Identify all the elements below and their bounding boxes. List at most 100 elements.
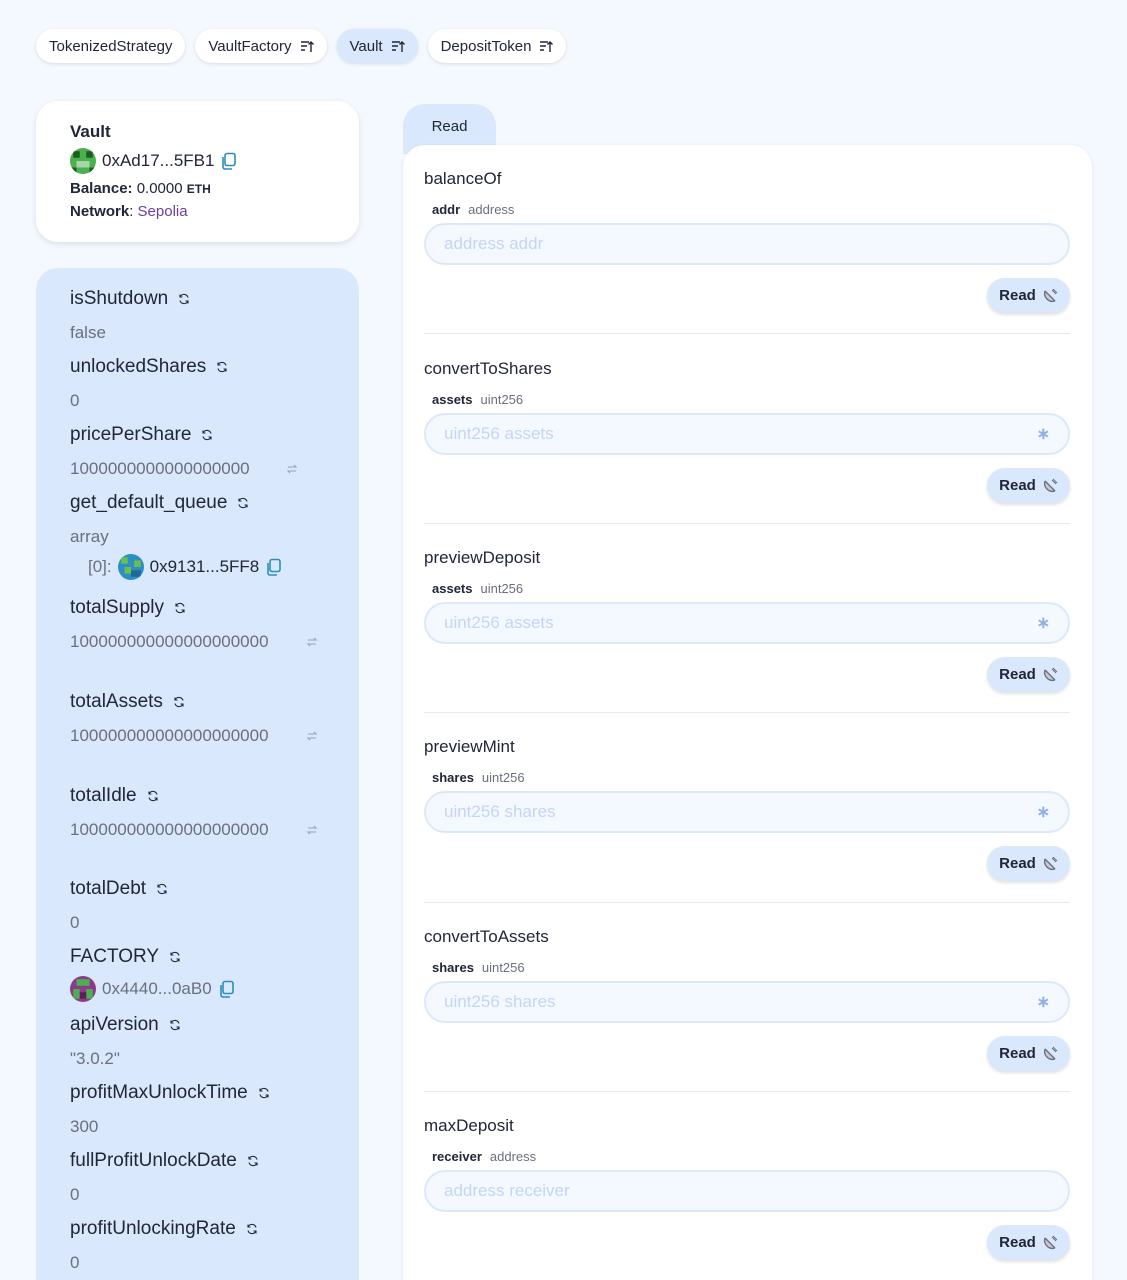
var-name: profitMaxUnlockTime <box>70 1082 248 1103</box>
arg-type: address <box>489 1149 537 1164</box>
tab-deposittoken[interactable]: DepositToken <box>427 29 567 63</box>
factory-address-row: 0x4440...0aB0 <box>70 976 339 1002</box>
copy-icon[interactable] <box>220 152 238 170</box>
swap-icon[interactable] <box>306 824 318 836</box>
address-input[interactable]: address receiver <box>424 1170 1070 1212</box>
contract-info-card: Vault 0xAd17...5FB1 Balance: 0.0000 ETH … <box>36 101 359 242</box>
blockie-avatar <box>117 554 144 580</box>
refresh-icon[interactable] <box>173 696 185 708</box>
multiply-icon[interactable]: ∗ <box>1037 424 1050 444</box>
read-button[interactable]: Read <box>987 1036 1070 1071</box>
var-value: false <box>70 323 106 342</box>
var-profitmaxunlocktime: profitMaxUnlockTime 300 <box>70 1082 339 1140</box>
read-button[interactable]: Read <box>987 468 1070 503</box>
tab-tokenizedstrategy[interactable]: TokenizedStrategy <box>36 29 186 63</box>
sort-icon <box>540 40 554 52</box>
var-name: totalDebt <box>70 878 147 899</box>
tab-label: Vault <box>349 37 383 55</box>
var-value: 1000000000000000000 <box>70 459 250 478</box>
multiply-icon[interactable]: ∗ <box>1037 802 1050 822</box>
copy-icon[interactable] <box>218 980 236 998</box>
refresh-icon[interactable] <box>201 429 213 441</box>
read-button[interactable]: Read <box>987 657 1070 692</box>
refresh-icon[interactable] <box>147 790 159 802</box>
input-placeholder: uint256 shares <box>444 802 556 821</box>
read-button-label: Read <box>999 477 1036 494</box>
function-name: balanceOf <box>424 169 502 188</box>
swap-icon[interactable] <box>286 463 298 475</box>
refresh-icon[interactable] <box>178 293 190 305</box>
input-placeholder: uint256 shares <box>444 992 556 1011</box>
var-name: apiVersion <box>70 1014 159 1035</box>
copy-icon[interactable] <box>265 558 283 576</box>
tab-vaultfactory[interactable]: VaultFactory <box>195 29 327 63</box>
uint256-input[interactable]: uint256 shares ∗ <box>424 791 1070 833</box>
refresh-icon[interactable] <box>169 1019 181 1031</box>
var-value: 0 <box>70 391 80 410</box>
refresh-icon[interactable] <box>216 361 228 373</box>
arg-name: assets <box>432 392 473 407</box>
refresh-icon[interactable] <box>174 602 186 614</box>
swap-icon[interactable] <box>306 636 318 648</box>
var-name: totalSupply <box>70 597 165 618</box>
tab-vault[interactable]: Vault <box>336 29 418 63</box>
arg-name: receiver <box>432 1149 482 1164</box>
multiply-icon[interactable]: ∗ <box>1037 992 1050 1012</box>
var-fullprofitunlockdate: fullProfitUnlockDate 0 <box>70 1150 339 1208</box>
tab-label: TokenizedStrategy <box>49 37 173 55</box>
var-name: get_default_queue <box>70 492 228 513</box>
refresh-icon[interactable] <box>246 1223 258 1235</box>
multiply-icon[interactable]: ∗ <box>1037 613 1050 633</box>
read-functions-panel: balanceOf addr address address addr Read … <box>403 145 1092 1280</box>
var-value: 0 <box>70 1253 80 1272</box>
balance-row: Balance: 0.0000 ETH <box>70 180 325 197</box>
var-value: 300 <box>70 1117 99 1136</box>
array-index: [0]: <box>88 557 112 576</box>
var-name: totalIdle <box>70 785 137 806</box>
var-value: 0 <box>70 1185 80 1204</box>
read-button[interactable]: Read <box>987 278 1070 313</box>
divider <box>424 333 1070 334</box>
contract-name: Vault <box>70 122 111 141</box>
blockie-avatar <box>70 976 96 1002</box>
var-name: fullProfitUnlockDate <box>70 1150 237 1171</box>
var-name: profitUnlockingRate <box>70 1218 236 1239</box>
balance-unit: ETH <box>186 182 211 196</box>
tab-label: DepositToken <box>440 37 532 55</box>
function-arg: shares uint256 <box>432 770 525 785</box>
satellite-dish-icon <box>1043 1046 1058 1060</box>
network-label: Network <box>70 203 130 220</box>
contract-address-row: 0xAd17...5FB1 <box>70 148 325 174</box>
satellite-dish-icon <box>1043 478 1058 492</box>
var-totalassets: totalAssets 100000000000000000000 <box>70 691 339 749</box>
satellite-dish-icon <box>1043 288 1058 302</box>
read-button-label: Read <box>999 287 1036 304</box>
uint256-input[interactable]: uint256 shares ∗ <box>424 981 1070 1023</box>
refresh-icon[interactable] <box>247 1155 259 1167</box>
var-name: unlockedShares <box>70 356 207 377</box>
refresh-icon[interactable] <box>237 497 249 509</box>
array-address: 0x9131...5FF8 <box>149 557 260 576</box>
var-value-wrap: 1000000000000000000 <box>70 456 339 482</box>
var-totaldebt: totalDebt 0 <box>70 878 339 936</box>
read-button[interactable]: Read <box>987 1225 1070 1260</box>
read-button[interactable]: Read <box>987 846 1070 881</box>
refresh-icon[interactable] <box>156 883 168 895</box>
swap-icon[interactable] <box>306 730 318 742</box>
address-input[interactable]: address addr <box>424 223 1070 265</box>
var-name: isShutdown <box>70 288 169 309</box>
var-value: "3.0.2" <box>70 1049 120 1068</box>
var-pricepershare: pricePerShare 1000000000000000000 <box>70 424 339 482</box>
uint256-input[interactable]: uint256 assets ∗ <box>424 602 1070 644</box>
arg-type: uint256 <box>480 581 524 596</box>
function-name: previewDeposit <box>424 548 541 567</box>
factory-address: 0x4440...0aB0 <box>102 979 212 998</box>
arg-type: uint256 <box>481 960 525 975</box>
refresh-icon[interactable] <box>169 951 181 963</box>
refresh-icon[interactable] <box>258 1087 270 1099</box>
function-name: convertToShares <box>424 359 552 378</box>
sort-icon <box>300 40 314 52</box>
var-totalidle: totalIdle 100000000000000000000 <box>70 785 339 843</box>
uint256-input[interactable]: uint256 assets ∗ <box>424 413 1070 455</box>
read-button-label: Read <box>999 666 1036 683</box>
